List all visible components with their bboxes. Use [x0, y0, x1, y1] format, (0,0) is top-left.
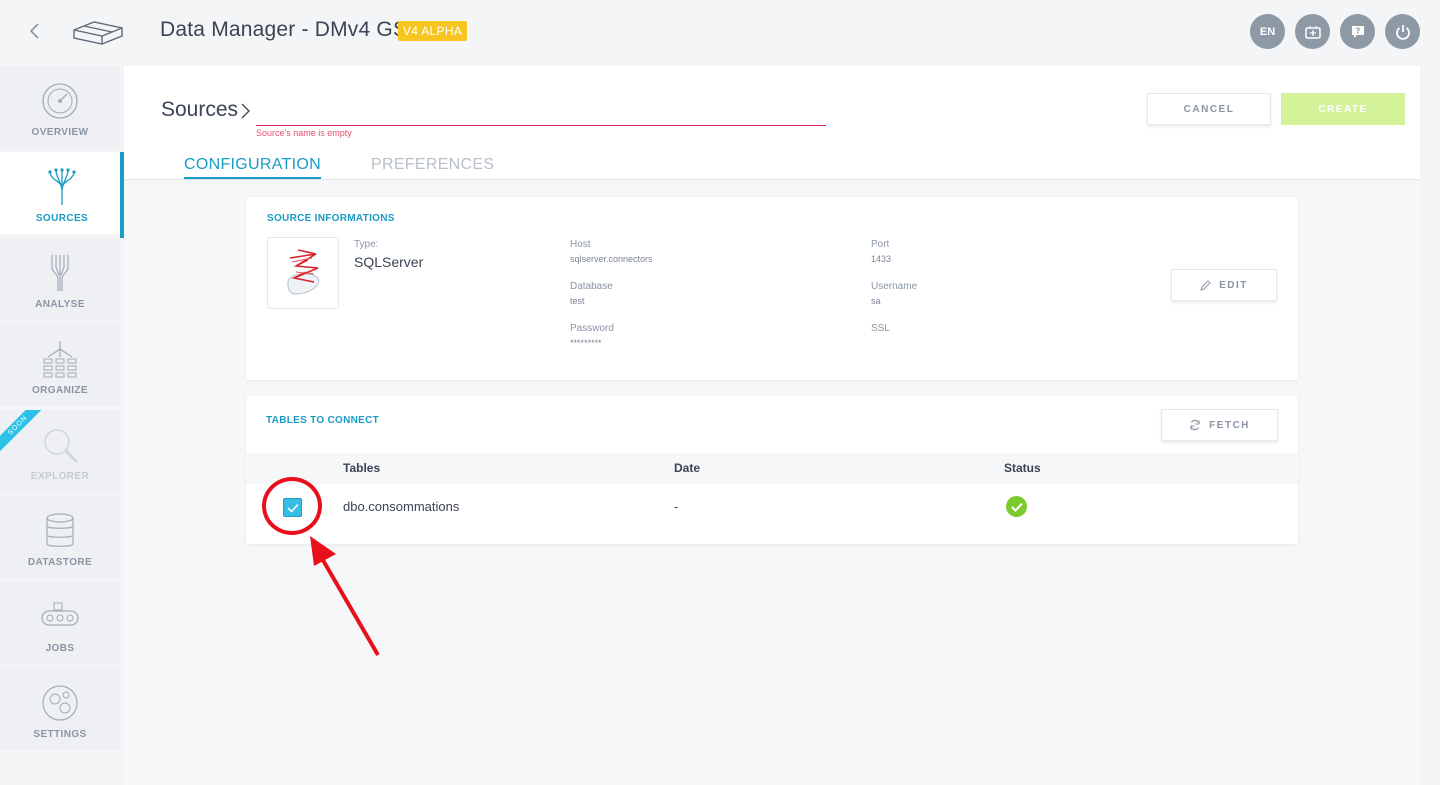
card-title: SOURCE INFORMATIONS	[267, 213, 395, 224]
table-row: dbo.consommations -	[246, 484, 1298, 530]
database-label: Database	[570, 281, 613, 292]
help-icon[interactable]: ?	[1340, 14, 1375, 49]
sidebar-item-overview[interactable]: OVERVIEW	[0, 66, 120, 150]
power-icon[interactable]	[1385, 14, 1420, 49]
switch-board-icon[interactable]	[1295, 14, 1330, 49]
type-label: Type:	[354, 239, 379, 250]
date-cell: -	[674, 499, 679, 514]
annotation-arrow-icon	[310, 536, 380, 657]
sidebar-item-analyse[interactable]: ANALYSE	[0, 238, 120, 322]
sidebar-item-sources[interactable]: SOURCES	[0, 152, 124, 238]
create-button[interactable]: CREATE	[1281, 93, 1405, 125]
sidebar-item-label: DATASTORE	[27, 557, 93, 568]
gears-icon	[42, 685, 78, 721]
app-title: Data Manager - DMv4 GS	[160, 18, 408, 41]
sidebar-item-label: EXPLORER	[30, 471, 90, 482]
edit-button-label: EDIT	[1219, 279, 1248, 291]
annotation-circle	[262, 477, 322, 535]
sidebar-item-explorer: SOON EXPLORER	[0, 410, 120, 494]
tables-card: TABLES TO CONNECT FETCH Tables Date Stat…	[246, 396, 1298, 544]
password-value: *********	[570, 338, 602, 348]
language-button[interactable]: EN	[1250, 14, 1285, 49]
sidebar-item-jobs[interactable]: JOBS	[0, 582, 120, 666]
svg-text:?: ?	[1355, 26, 1360, 35]
card-title: TABLES TO CONNECT	[266, 415, 380, 426]
port-value: 1433	[871, 254, 892, 264]
host-value: sqlserver.connectors	[570, 254, 653, 264]
sidebar-item-label: SOURCES	[35, 213, 89, 224]
refresh-icon	[1190, 419, 1200, 431]
sidebar-item-label: ORGANIZE	[32, 385, 88, 396]
password-label: Password	[570, 323, 614, 334]
fetch-button[interactable]: FETCH	[1161, 409, 1278, 441]
column-header-date: Date	[674, 461, 701, 475]
source-info-card: SOURCE INFORMATIONS Type: SQLServer Host…	[246, 197, 1298, 380]
page-header: Sources Source's name is empty CANCEL CR…	[124, 66, 1420, 180]
back-chevron-icon[interactable]	[24, 18, 46, 46]
source-name-input[interactable]	[256, 100, 826, 126]
breadcrumb[interactable]: Sources	[161, 98, 238, 122]
table-header: Tables Date Status	[246, 453, 1298, 484]
status-ok-icon	[1006, 496, 1027, 517]
pencil-icon	[1200, 279, 1211, 291]
gauge-icon	[42, 83, 78, 119]
host-label: Host	[570, 239, 591, 250]
app-logo-icon	[70, 16, 126, 48]
sources-tree-icon	[48, 168, 76, 205]
type-value: SQLServer	[354, 254, 424, 270]
sidebar-item-label: JOBS	[45, 643, 75, 654]
tab-preferences[interactable]: PREFERENCES	[371, 156, 494, 177]
username-label: Username	[871, 281, 918, 292]
soon-ribbon: SOON	[0, 410, 42, 452]
tab-configuration[interactable]: CONFIGURATION	[184, 156, 321, 179]
sidebar: OVERVIEW SOURCES ANALYSE ORGANIZE SOON E…	[0, 66, 124, 756]
organize-icon	[43, 341, 77, 378]
magnifier-icon	[44, 429, 79, 464]
breadcrumb-chevron-icon	[240, 100, 252, 128]
port-label: Port	[871, 239, 890, 250]
conveyor-icon	[41, 602, 79, 626]
table-name-cell: dbo.consommations	[343, 499, 460, 514]
column-header-status: Status	[1004, 461, 1041, 475]
name-error-message: Source's name is empty	[256, 128, 352, 138]
fetch-button-label: FETCH	[1209, 419, 1250, 431]
top-actions: EN ?	[1250, 14, 1420, 49]
username-value: sa	[871, 296, 881, 306]
edit-button[interactable]: EDIT	[1171, 269, 1277, 301]
sidebar-item-organize[interactable]: ORGANIZE	[0, 324, 120, 408]
sidebar-item-label: ANALYSE	[35, 299, 85, 310]
sidebar-item-label: SETTINGS	[33, 729, 87, 740]
database-icon	[46, 513, 74, 547]
sqlserver-logo-icon	[267, 237, 339, 309]
main-panel: Sources Source's name is empty CANCEL CR…	[124, 66, 1420, 785]
top-bar: Data Manager - DMv4 GS V4 ALPHA EN ?	[0, 0, 1440, 64]
version-badge: V4 ALPHA	[398, 21, 468, 41]
sidebar-item-datastore[interactable]: DATASTORE	[0, 496, 120, 580]
cancel-button[interactable]: CANCEL	[1147, 93, 1271, 125]
database-value: test	[570, 296, 585, 306]
sidebar-item-settings[interactable]: SETTINGS	[0, 668, 120, 752]
sidebar-item-label: OVERVIEW	[31, 127, 89, 138]
column-header-tables: Tables	[343, 461, 381, 475]
analyse-funnel-icon	[51, 255, 69, 291]
ssl-label: SSL	[871, 323, 890, 334]
